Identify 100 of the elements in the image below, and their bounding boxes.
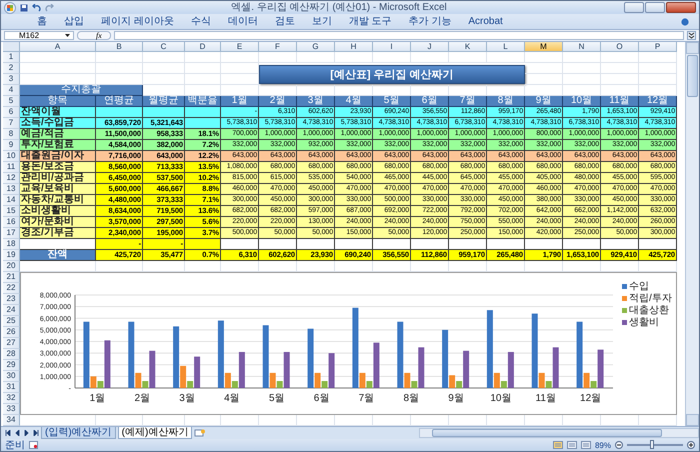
column-header[interactable]: E xyxy=(221,42,259,52)
empty-cell[interactable] xyxy=(601,52,639,63)
empty-cell[interactable] xyxy=(185,74,221,85)
empty-cell[interactable] xyxy=(601,74,639,85)
ribbon-tab[interactable]: 검토 xyxy=(274,16,295,28)
empty-cell[interactable] xyxy=(143,63,185,74)
empty-cell[interactable] xyxy=(185,63,221,74)
close-button[interactable] xyxy=(666,2,696,13)
select-all-button[interactable] xyxy=(3,42,20,52)
row-number[interactable]: 17 xyxy=(3,228,20,239)
empty-cell[interactable] xyxy=(373,52,411,63)
empty-cell[interactable] xyxy=(449,52,487,63)
empty-cell[interactable] xyxy=(335,52,373,63)
column-header[interactable]: I xyxy=(373,42,411,52)
column-header[interactable]: L xyxy=(487,42,525,52)
ribbon-tab[interactable]: 보기 xyxy=(312,16,332,28)
row-number[interactable]: 1 xyxy=(3,52,20,63)
vertical-scrollbar[interactable] xyxy=(685,42,699,426)
minimize-button[interactable] xyxy=(624,2,644,13)
zoom-out-icon[interactable] xyxy=(615,441,623,449)
column-header[interactable]: P xyxy=(639,42,677,52)
row-number[interactable]: 9 xyxy=(3,140,20,151)
column-header[interactable]: K xyxy=(449,42,487,52)
sheet-tab[interactable]: (입력)예산짜기 xyxy=(41,427,116,439)
column-header[interactable]: G xyxy=(297,42,335,52)
row-number[interactable]: 29 xyxy=(3,360,20,371)
formula-field[interactable] xyxy=(114,31,684,40)
row-number[interactable]: 32 xyxy=(3,393,20,404)
row-number[interactable]: 11 xyxy=(3,162,20,173)
empty-cell[interactable] xyxy=(563,261,601,272)
row-number[interactable]: 24 xyxy=(3,305,20,316)
empty-cell[interactable] xyxy=(487,52,525,63)
row-number[interactable]: 26 xyxy=(3,327,20,338)
empty-cell[interactable] xyxy=(373,261,411,272)
normal-view-icon[interactable] xyxy=(552,441,563,449)
previous-sheet-icon[interactable] xyxy=(14,430,21,436)
row-number[interactable]: 6 xyxy=(3,107,20,118)
ribbon-tab[interactable]: 개발 도구 xyxy=(348,16,392,28)
empty-cell[interactable] xyxy=(525,74,563,85)
ribbon-tab[interactable]: 데이터 xyxy=(228,16,258,28)
ribbon-tab[interactable]: 추가 기능 xyxy=(408,16,452,28)
zoom-in-icon[interactable] xyxy=(687,441,695,449)
empty-cell[interactable] xyxy=(639,52,677,63)
next-sheet-icon[interactable] xyxy=(23,430,30,436)
empty-cell[interactable] xyxy=(297,261,335,272)
row-number[interactable]: 31 xyxy=(3,382,20,393)
name-box[interactable]: M162 xyxy=(4,31,74,40)
insert-sheet-icon[interactable] xyxy=(194,429,206,437)
row-number[interactable]: 33 xyxy=(3,404,20,415)
first-sheet-icon[interactable] xyxy=(5,430,12,436)
column-header[interactable]: O xyxy=(601,42,639,52)
row-number[interactable]: 14 xyxy=(3,195,20,206)
ribbon-tab[interactable]: 홈 xyxy=(37,16,47,28)
row-number[interactable]: 21 xyxy=(3,272,20,283)
empty-cell[interactable] xyxy=(143,52,185,63)
empty-cell[interactable] xyxy=(449,261,487,272)
row-number[interactable]: 20 xyxy=(3,261,20,272)
row-number[interactable]: 3 xyxy=(3,74,20,85)
empty-cell[interactable] xyxy=(221,74,259,85)
row-number[interactable]: 16 xyxy=(3,217,20,228)
row-number[interactable]: 30 xyxy=(3,371,20,382)
empty-cell[interactable] xyxy=(639,74,677,85)
row-number[interactable]: 10 xyxy=(3,151,20,162)
column-header[interactable]: B xyxy=(96,42,143,52)
empty-cell[interactable] xyxy=(221,261,259,272)
undo-icon[interactable] xyxy=(32,4,41,12)
empty-cell[interactable] xyxy=(143,74,185,85)
last-sheet-icon[interactable] xyxy=(32,430,39,436)
empty-cell[interactable] xyxy=(563,63,601,74)
empty-cell[interactable] xyxy=(639,63,677,74)
empty-cell[interactable] xyxy=(335,261,373,272)
row-number[interactable]: 8 xyxy=(3,129,20,140)
column-header[interactable]: M xyxy=(525,42,563,52)
empty-cell[interactable] xyxy=(411,261,449,272)
row-number[interactable]: 23 xyxy=(3,294,20,305)
empty-cell[interactable] xyxy=(411,52,449,63)
empty-cell[interactable] xyxy=(185,52,221,63)
empty-cell[interactable] xyxy=(96,63,143,74)
sheet-tab[interactable]: (예제)예산짜기 xyxy=(118,427,192,439)
column-header[interactable]: N xyxy=(563,42,601,52)
row-number[interactable]: 13 xyxy=(3,184,20,195)
empty-cell[interactable] xyxy=(639,261,677,272)
row-number[interactable]: 15 xyxy=(3,206,20,217)
function-button[interactable]: fx xyxy=(77,31,111,40)
slider-thumb[interactable] xyxy=(650,440,654,449)
row-number[interactable]: 2 xyxy=(3,63,20,74)
office-button[interactable] xyxy=(4,2,16,14)
row-number[interactable]: 34 xyxy=(3,415,20,426)
empty-cell[interactable] xyxy=(563,52,601,63)
maximize-button[interactable] xyxy=(645,2,665,13)
row-number[interactable]: 25 xyxy=(3,316,20,327)
empty-cell[interactable] xyxy=(96,261,143,272)
empty-cell[interactable] xyxy=(563,74,601,85)
row-number[interactable]: 19 xyxy=(3,250,20,261)
horizontal-scrollbar[interactable] xyxy=(419,428,699,438)
empty-cell[interactable] xyxy=(96,52,143,63)
column-header[interactable]: A xyxy=(20,42,96,52)
empty-cell[interactable] xyxy=(221,52,259,63)
column-header[interactable]: H xyxy=(335,42,373,52)
empty-cell[interactable] xyxy=(525,52,563,63)
